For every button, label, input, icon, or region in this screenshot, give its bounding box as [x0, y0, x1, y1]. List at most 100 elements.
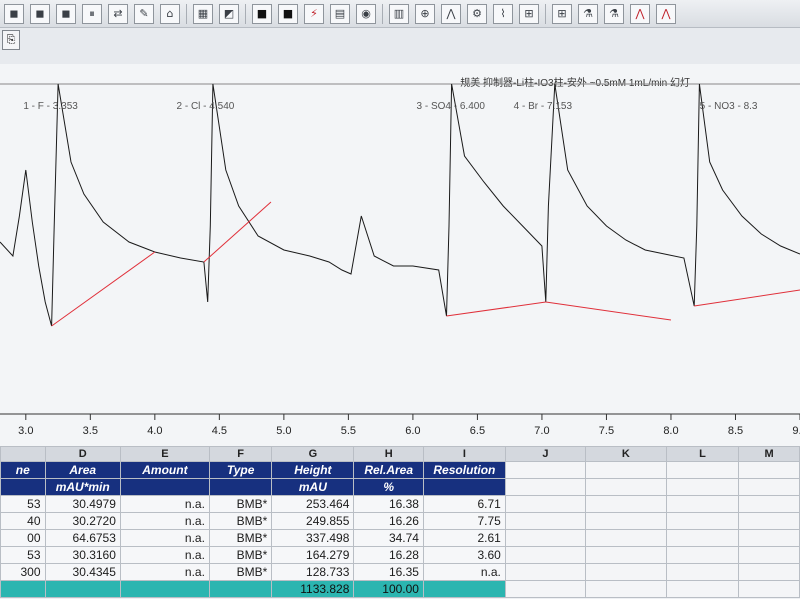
toolbar-button-5[interactable]: ✎	[134, 3, 154, 24]
calendar-icon[interactable]: ▥	[389, 3, 409, 24]
table-cell[interactable]: n.a.	[119, 512, 210, 530]
empty-cell[interactable]	[665, 529, 740, 547]
column-letter[interactable]: F	[208, 446, 273, 462]
tools-icon[interactable]: ⚙	[467, 3, 487, 24]
table-cell[interactable]: 64.6753	[44, 529, 121, 547]
black-square-icon[interactable]: ■	[252, 3, 272, 24]
black-square-icon[interactable]: ■	[278, 3, 298, 24]
baseline-icon[interactable]: ⌇	[493, 3, 513, 24]
empty-cell[interactable]	[585, 478, 667, 496]
table-cell[interactable]: 3.60	[422, 546, 506, 564]
empty-cell[interactable]	[585, 529, 667, 547]
table-cell[interactable]: BMB*	[208, 512, 273, 530]
column-letter[interactable]: H	[353, 446, 424, 462]
empty-cell[interactable]	[738, 512, 800, 530]
table-row[interactable]: 40 30.2720 n.a. BMB* 249.855 16.26 7.75	[0, 512, 800, 530]
empty-cell[interactable]	[504, 495, 587, 513]
table-cell[interactable]: n.a.	[119, 495, 210, 513]
peak-red-icon[interactable]: ⋀	[630, 3, 650, 24]
empty-cell[interactable]	[585, 461, 667, 479]
empty-cell[interactable]	[665, 512, 740, 530]
properties-icon[interactable]: ⎘	[2, 30, 20, 50]
table-cell[interactable]: 30.4345	[44, 563, 121, 581]
table-cell[interactable]: 6.71	[422, 495, 506, 513]
table-cell[interactable]: n.a.	[119, 546, 210, 564]
table-cell[interactable]: 337.498	[271, 529, 355, 547]
toolbar-button-2[interactable]: ◼	[56, 3, 76, 24]
table-cell[interactable]: n.a.	[422, 563, 506, 581]
table-row[interactable]: 300 30.4345 n.a. BMB* 128.733 16.35 n.a.	[0, 563, 800, 581]
table-cell[interactable]: n.a.	[119, 529, 210, 547]
empty-cell[interactable]	[585, 495, 667, 513]
column-letter[interactable]: I	[422, 446, 506, 462]
empty-cell[interactable]	[504, 529, 587, 547]
table-cell[interactable]: 16.28	[353, 546, 424, 564]
empty-cell[interactable]	[738, 563, 800, 581]
empty-cell[interactable]	[504, 580, 587, 598]
table-cell[interactable]: 164.279	[271, 546, 355, 564]
toolbar-button-0[interactable]: ◼	[4, 3, 24, 24]
table-cell[interactable]: 249.855	[271, 512, 355, 530]
table-cell[interactable]: 53	[0, 495, 46, 513]
table-cell[interactable]: 128.733	[271, 563, 355, 581]
empty-cell[interactable]	[665, 546, 740, 564]
toolbar-button-6[interactable]: ⌂	[160, 3, 180, 24]
empty-cell[interactable]	[504, 546, 587, 564]
grid-icon[interactable]: ▤	[330, 3, 350, 24]
empty-cell[interactable]	[585, 546, 667, 564]
table-cell[interactable]: 40	[0, 512, 46, 530]
table-cell[interactable]: 2.61	[422, 529, 506, 547]
tile-icon[interactable]: ⊞	[552, 3, 572, 24]
table-cell[interactable]: BMB*	[208, 495, 273, 513]
empty-cell[interactable]	[585, 512, 667, 530]
chart-icon[interactable]: ◩	[219, 3, 239, 24]
table-cell[interactable]: BMB*	[208, 529, 273, 547]
table-row[interactable]: 00 64.6753 n.a. BMB* 337.498 34.74 2.61	[0, 529, 800, 547]
empty-cell[interactable]	[738, 478, 800, 496]
empty-cell[interactable]	[665, 461, 740, 479]
tile-icon[interactable]: ⊞	[519, 3, 539, 24]
table-cell[interactable]: 16.26	[353, 512, 424, 530]
empty-cell[interactable]	[738, 546, 800, 564]
integration-icon[interactable]: ⚡	[304, 3, 324, 24]
empty-cell[interactable]	[504, 478, 587, 496]
table-cell[interactable]: 253.464	[271, 495, 355, 513]
empty-cell[interactable]	[738, 580, 800, 598]
empty-cell[interactable]	[504, 512, 587, 530]
column-letter[interactable]: E	[119, 446, 210, 462]
column-letter[interactable]: M	[738, 446, 800, 462]
empty-cell[interactable]	[504, 563, 587, 581]
empty-cell[interactable]	[585, 580, 667, 598]
empty-cell[interactable]	[738, 461, 800, 479]
table-cell[interactable]: 34.74	[353, 529, 424, 547]
table-row[interactable]: 53 30.3160 n.a. BMB* 164.279 16.28 3.60	[0, 546, 800, 564]
table-cell[interactable]: n.a.	[119, 563, 210, 581]
empty-cell[interactable]	[738, 529, 800, 547]
zoom-icon[interactable]: ⊕	[415, 3, 435, 24]
toolbar-button-3[interactable]: ⏸	[82, 3, 102, 24]
toolbar-button-4[interactable]: ⇄	[108, 3, 128, 24]
layout-icon[interactable]: ▦	[193, 3, 213, 24]
empty-cell[interactable]	[665, 563, 740, 581]
peak-red-icon[interactable]: ⋀	[656, 3, 676, 24]
column-letter[interactable]: L	[665, 446, 740, 462]
table-cell[interactable]: BMB*	[208, 546, 273, 564]
table-cell[interactable]: 30.3160	[44, 546, 121, 564]
empty-cell[interactable]	[665, 495, 740, 513]
empty-cell[interactable]	[738, 495, 800, 513]
column-letter[interactable]: G	[271, 446, 355, 462]
toolbar-button-1[interactable]: ◼	[30, 3, 50, 24]
column-letter[interactable]: D	[44, 446, 121, 462]
table-cell[interactable]: 00	[0, 529, 46, 547]
table-cell[interactable]: 300	[0, 563, 46, 581]
table-cell[interactable]: BMB*	[208, 563, 273, 581]
column-letter[interactable]: J	[504, 446, 587, 462]
table-cell[interactable]: 30.2720	[44, 512, 121, 530]
table-cell[interactable]: 30.4979	[44, 495, 121, 513]
table-cell[interactable]: 7.75	[422, 512, 506, 530]
table-cell[interactable]: 53	[0, 546, 46, 564]
flask-icon[interactable]: ⚗	[578, 3, 598, 24]
table-cell[interactable]: 16.38	[353, 495, 424, 513]
empty-cell[interactable]	[665, 478, 740, 496]
table-cell[interactable]: 16.35	[353, 563, 424, 581]
